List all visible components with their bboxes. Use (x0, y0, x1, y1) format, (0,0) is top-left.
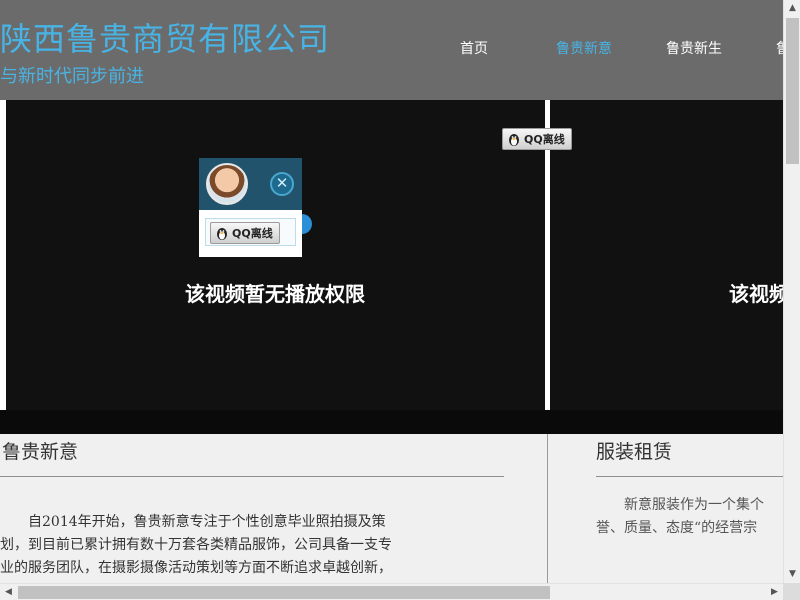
scrollbar-corner (783, 583, 800, 600)
qq-service-widget: ✕ QQ离线 (199, 158, 302, 257)
main-nav: 首页 鲁贵新意 鲁贵新生 鲁 (420, 38, 783, 58)
qq-widget-header: ✕ (199, 158, 302, 210)
video-player-2[interactable]: 该视频暂无播放权限 (550, 100, 783, 410)
nav-item-lugui-xinsheng[interactable]: 鲁贵新生 (666, 38, 722, 58)
horizontal-scrollbar[interactable]: ◀ ▶ (0, 583, 783, 600)
section-paragraph: 新意服装作为一个集个 誉、质量、态度“的经营宗 (596, 494, 764, 540)
company-slogan: 与新时代同步前进 (0, 66, 144, 87)
video-unavailable-message: 该视频暂无播放权限 (185, 282, 365, 306)
content-area: 鲁贵新意 自2014年开始，鲁贵新意专注于个性创意毕业照拍摄及策 划，到目前已累… (0, 434, 783, 584)
nav-item-lugui-xinyi[interactable]: 鲁贵新意 (556, 38, 612, 58)
customer-service-avatar (206, 163, 248, 205)
nav-item-home[interactable]: 首页 (460, 38, 488, 58)
company-name[interactable]: 陕西鲁贵商贸有限公司 (0, 14, 330, 60)
scroll-up-arrow-icon[interactable]: ▲ (784, 0, 800, 17)
divider (596, 476, 783, 477)
divider (0, 476, 504, 477)
qq-status-label: QQ离线 (232, 227, 273, 240)
section-lugui-xinyi: 鲁贵新意 自2014年开始，鲁贵新意专注于个性创意毕业照拍摄及策 划，到目前已累… (0, 434, 548, 584)
section-paragraph: 自2014年开始，鲁贵新意专注于个性创意毕业照拍摄及策 划，到目前已累计拥有数十… (0, 511, 392, 580)
paragraph-line: 誉、质量、态度“的经营宗 (596, 520, 758, 536)
paragraph-line: 业的服务团队，在摄影摄像活动策划等方面不断追求卓越创新， (0, 560, 392, 576)
paragraph-line: 新意服装作为一个集个 (596, 497, 764, 513)
horizontal-scroll-thumb[interactable] (18, 586, 550, 599)
scroll-left-arrow-icon[interactable]: ◀ (0, 584, 17, 600)
qq-offline-button[interactable]: QQ离线 (210, 222, 280, 244)
paragraph-line: 自2014年开始，鲁贵新意专注于个性创意毕业照拍摄及策 (0, 514, 386, 530)
scroll-right-arrow-icon[interactable]: ▶ (766, 584, 783, 600)
video-unavailable-message: 该视频暂无播放权限 (729, 282, 783, 306)
scroll-down-arrow-icon[interactable]: ▼ (784, 566, 800, 583)
nav-item-lugui-more[interactable]: 鲁 (776, 38, 783, 58)
close-icon[interactable]: ✕ (270, 172, 294, 196)
vertical-scroll-thumb[interactable] (786, 18, 799, 164)
qq-status-label: QQ离线 (524, 133, 565, 146)
section-clothing-rental: 服装租赁 新意服装作为一个集个 誉、质量、态度“的经营宗 (549, 434, 783, 584)
section-title[interactable]: 服装租赁 (596, 437, 672, 464)
qq-widget-body: QQ离线 (205, 218, 296, 246)
paragraph-line: 划，到目前已累计拥有数十万套各类精品服饰，公司具备一支专 (0, 537, 392, 553)
vertical-scrollbar[interactable]: ▲ ▼ (783, 0, 800, 583)
qq-penguin-icon (509, 133, 519, 146)
qq-offline-button[interactable]: QQ离线 (502, 128, 572, 150)
video-band: 该视频暂无播放权限 该视频暂无播放权限 (0, 100, 783, 434)
section-title[interactable]: 鲁贵新意 (2, 437, 78, 464)
qq-penguin-icon (217, 227, 227, 240)
site-header: 陕西鲁贵商贸有限公司 与新时代同步前进 首页 鲁贵新意 鲁贵新生 鲁 (0, 0, 783, 100)
